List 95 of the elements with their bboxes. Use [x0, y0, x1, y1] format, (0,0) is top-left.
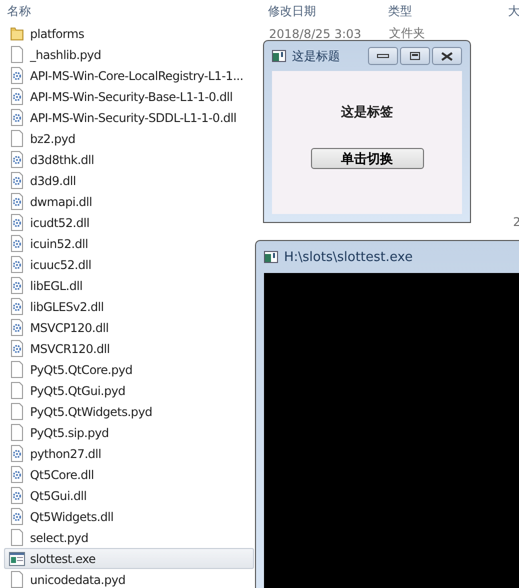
- file-name: MSVCR120.dll: [30, 342, 110, 356]
- close-icon: [441, 52, 453, 60]
- file-icon: [10, 361, 24, 378]
- window-label: 这是标签: [341, 104, 393, 121]
- file-row[interactable]: libGLESv2.dll: [4, 296, 254, 317]
- close-button[interactable]: [432, 47, 462, 65]
- gear-file-icon: [10, 319, 24, 336]
- folder-icon: [10, 26, 24, 41]
- file-name: icudt52.dll: [30, 216, 90, 230]
- gear-file-icon: [10, 151, 24, 168]
- file-row[interactable]: python27.dll: [4, 443, 254, 464]
- column-header[interactable]: 类型: [388, 3, 412, 20]
- minimize-button[interactable]: [368, 47, 398, 65]
- file-name: d3d8thk.dll: [30, 152, 94, 166]
- file-icon: [10, 46, 24, 63]
- file-row[interactable]: API-MS-Win-Core-LocalRegistry-L1-1...: [4, 65, 254, 86]
- file-name: bz2.pyd: [30, 132, 76, 146]
- file-name: python27.dll: [30, 446, 102, 460]
- toggle-button[interactable]: 单击切换: [310, 148, 424, 169]
- file-row[interactable]: libEGL.dll: [4, 275, 254, 296]
- gear-file-icon: [10, 235, 24, 252]
- column-header[interactable]: 修改日期: [268, 3, 316, 20]
- gear-file-icon: [10, 88, 24, 105]
- file-row[interactable]: dwmapi.dll: [4, 191, 254, 212]
- file-name: unicodedata.pyd: [30, 572, 126, 586]
- window-title: H:\slots\slottest.exe: [284, 250, 413, 264]
- file-name: PyQt5.sip.pyd: [30, 426, 109, 440]
- file-name: _hashlib.pyd: [30, 48, 102, 62]
- file-row[interactable]: d3d8thk.dll: [4, 149, 254, 170]
- gear-file-icon: [10, 256, 24, 273]
- file-icon: [10, 130, 24, 147]
- file-row[interactable]: PyQt5.QtCore.pyd: [4, 359, 254, 380]
- file-name: Qt5Gui.dll: [30, 488, 87, 502]
- file-name: libEGL.dll: [30, 278, 82, 292]
- file-row[interactable]: unicodedata.pyd: [4, 569, 254, 588]
- gear-file-icon: [10, 193, 24, 210]
- file-row[interactable]: MSVCP120.dll: [4, 317, 254, 338]
- gear-file-icon: [10, 214, 24, 231]
- gear-file-icon: [10, 67, 24, 84]
- file-row[interactable]: API-MS-Win-Security-Base-L1-1-0.dll: [4, 86, 254, 107]
- file-name: PyQt5.QtWidgets.pyd: [30, 404, 152, 418]
- file-name: icuin52.dll: [30, 236, 88, 250]
- file-type: 文件夹: [389, 25, 425, 42]
- file-row[interactable]: d3d9.dll: [4, 170, 254, 191]
- minimize-icon: [377, 54, 389, 58]
- gear-file-icon: [10, 445, 24, 462]
- gear-file-icon: [10, 298, 24, 315]
- file-icon: [10, 382, 24, 399]
- file-name: select.pyd: [30, 530, 88, 544]
- file-row[interactable]: PyQt5.QtGui.pyd: [4, 380, 254, 401]
- app-icon: [264, 251, 278, 263]
- file-name: Qt5Widgets.dll: [30, 510, 114, 524]
- file-name: libGLESv2.dll: [30, 300, 104, 314]
- modified-date: 2018/8/25 3:03: [269, 26, 362, 40]
- file-name: Qt5Core.dll: [30, 468, 94, 482]
- file-name: PyQt5.QtCore.pyd: [30, 362, 132, 376]
- file-name: API-MS-Win-Core-LocalRegistry-L1-1...: [30, 68, 244, 82]
- maximize-button[interactable]: [400, 47, 430, 65]
- gear-file-icon: [10, 508, 24, 525]
- app-icon: [272, 50, 286, 62]
- file-name: API-MS-Win-Security-Base-L1-1-0.dll: [30, 90, 233, 104]
- file-row[interactable]: Qt5Core.dll: [4, 464, 254, 485]
- file-row[interactable]: icuin52.dll: [4, 233, 254, 254]
- gear-file-icon: [10, 277, 24, 294]
- file-name: API-MS-Win-Security-SDDL-L1-1-0.dll: [30, 110, 236, 124]
- file-row[interactable]: slottest.exe: [4, 548, 254, 569]
- file-row[interactable]: _hashlib.pyd: [4, 44, 254, 65]
- file-name: PyQt5.QtGui.pyd: [30, 384, 126, 398]
- file-row[interactable]: bz2.pyd: [4, 128, 254, 149]
- file-row[interactable]: select.pyd: [4, 527, 254, 548]
- file-name: dwmapi.dll: [30, 194, 92, 208]
- file-name: slottest.exe: [30, 552, 96, 566]
- column-header[interactable]: 名称: [7, 3, 31, 20]
- file-row[interactable]: PyQt5.QtWidgets.pyd: [4, 401, 254, 422]
- file-icon: [10, 403, 24, 420]
- window-icon: [9, 552, 25, 566]
- file-name: d3d9.dll: [30, 174, 76, 188]
- gear-file-icon: [10, 109, 24, 126]
- file-row[interactable]: Qt5Widgets.dll: [4, 506, 254, 527]
- file-icon: [10, 529, 24, 546]
- file-name: platforms: [30, 26, 84, 40]
- gear-file-icon: [10, 172, 24, 189]
- file-name: icuuc52.dll: [30, 258, 92, 272]
- file-row[interactable]: PyQt5.sip.pyd: [4, 422, 254, 443]
- window-title: 这是标题: [292, 48, 341, 64]
- gear-file-icon: [10, 340, 24, 357]
- gear-file-icon: [10, 487, 24, 504]
- maximize-icon: [410, 52, 420, 60]
- file-row[interactable]: Qt5Gui.dll: [4, 485, 254, 506]
- file-icon: [10, 424, 24, 441]
- gear-file-icon: [10, 466, 24, 483]
- file-row[interactable]: API-MS-Win-Security-SDDL-L1-1-0.dll: [4, 107, 254, 128]
- file-row[interactable]: MSVCR120.dll: [4, 338, 254, 359]
- file-name: MSVCP120.dll: [30, 320, 109, 334]
- file-row[interactable]: icuuc52.dll: [4, 254, 254, 275]
